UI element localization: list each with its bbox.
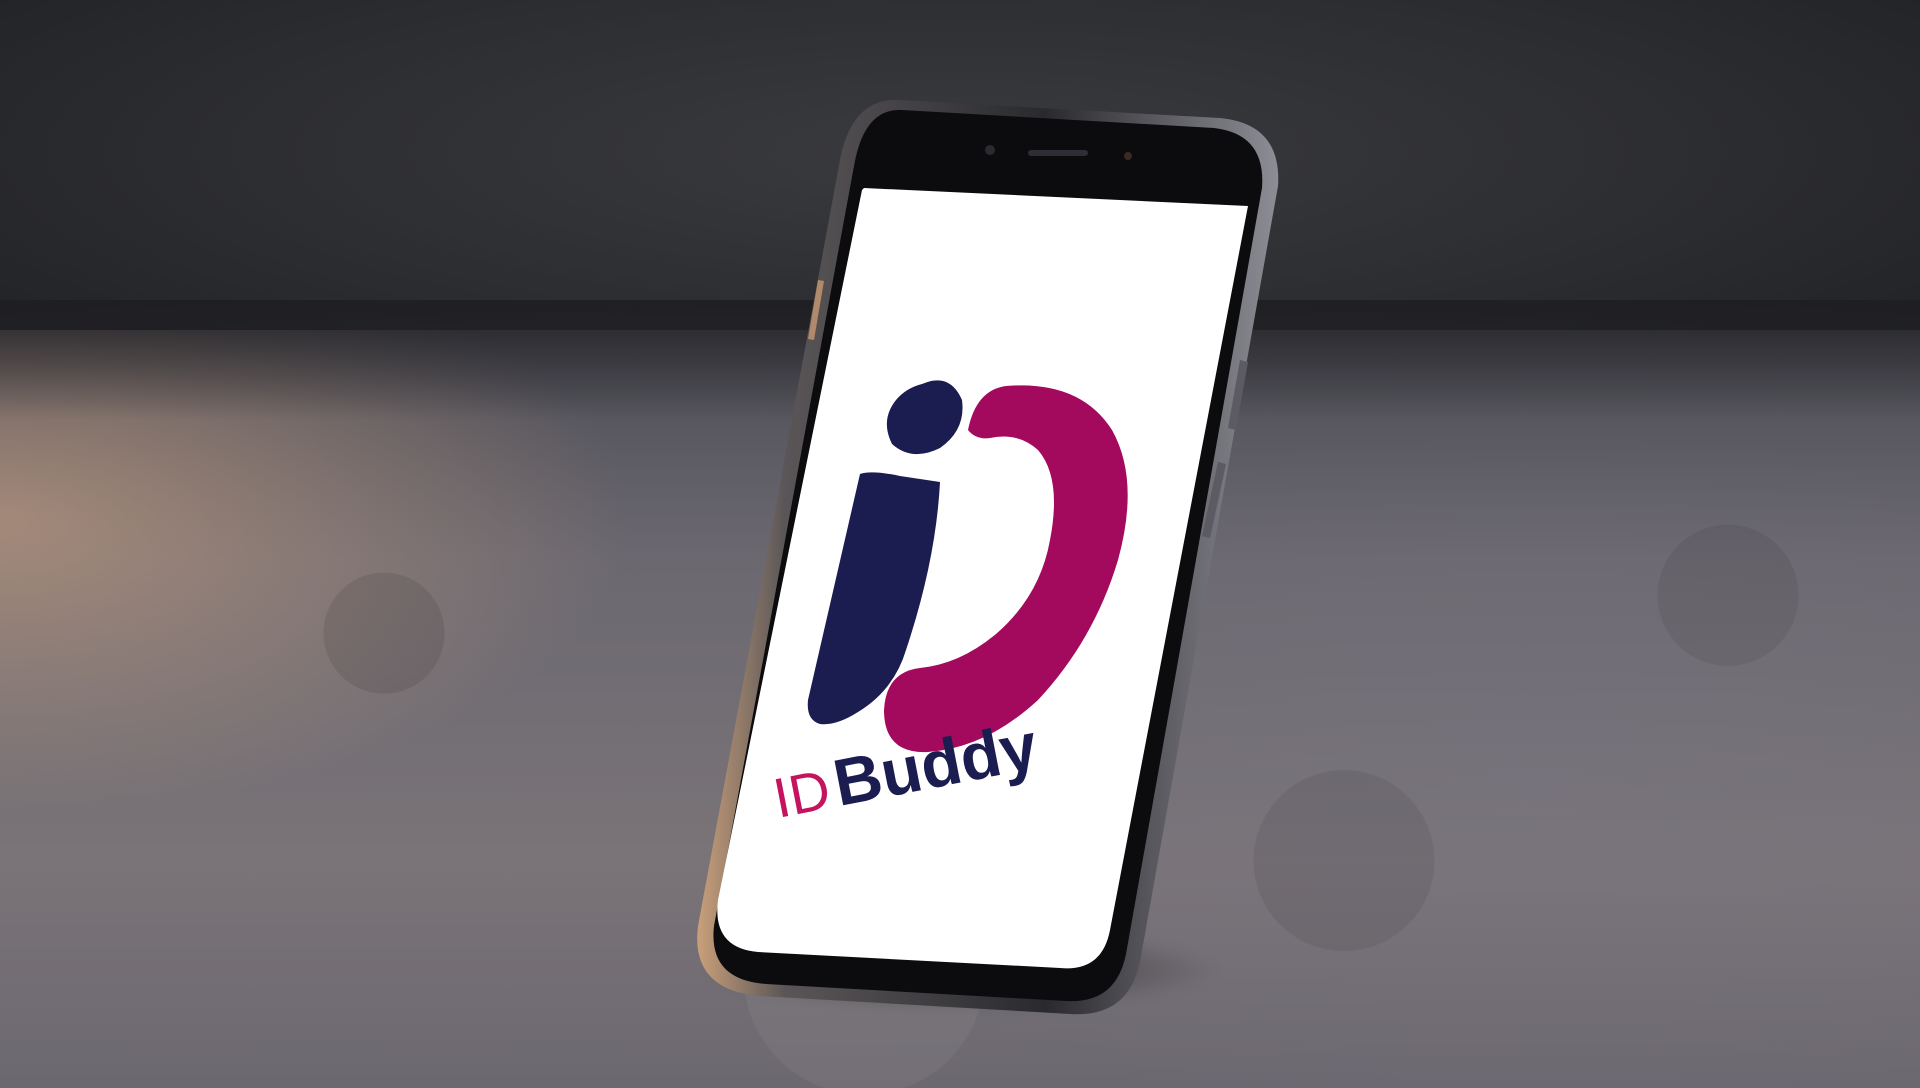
earpiece [1028,150,1088,156]
front-camera-icon [985,145,995,155]
sensor [1124,152,1132,160]
scene: ID Buddy [0,0,1920,1088]
screen [717,188,1248,969]
smartphone: ID Buddy [697,99,1279,1015]
logo-prefix-text: ID [768,757,835,830]
